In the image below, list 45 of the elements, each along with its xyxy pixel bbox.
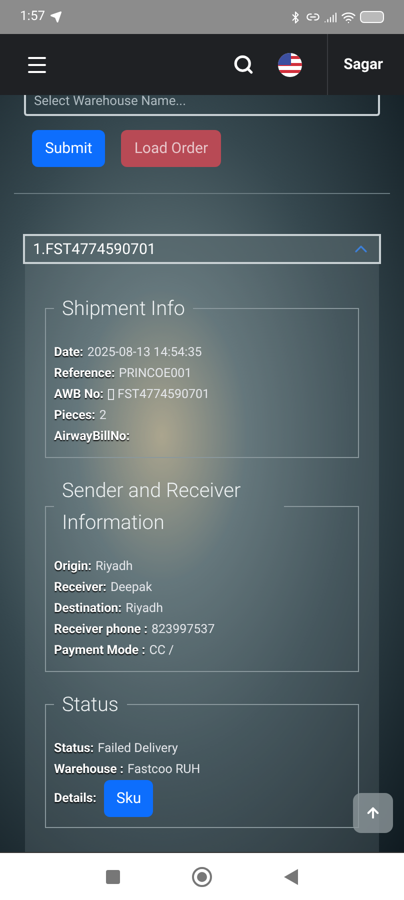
sku-button[interactable]: Sku <box>104 780 154 817</box>
wifi-icon <box>341 10 356 24</box>
home-icon[interactable] <box>192 866 212 886</box>
load-order-button[interactable]: Load Order <box>121 130 222 167</box>
field-label: AirwayBillNo: <box>54 428 130 446</box>
telegram-icon <box>50 11 62 23</box>
scroll-to-top-button[interactable] <box>353 793 393 833</box>
field-label: Reference: <box>54 365 115 383</box>
field-value: Failed Delivery <box>98 740 178 758</box>
us-flag-icon[interactable] <box>278 52 302 76</box>
field-label: Warehouse : <box>54 761 124 779</box>
field-value: Fastcoo RUH <box>128 761 200 779</box>
field-value: PRINCOE001 <box>118 365 192 383</box>
field-label: Destination: <box>54 600 122 618</box>
box-icon <box>108 389 114 400</box>
field-value: 2 <box>99 407 106 425</box>
field-label: Receiver phone : <box>54 621 148 639</box>
warehouse-select[interactable]: Select Warehouse Name... <box>24 95 380 116</box>
field-label: Receiver: <box>54 579 106 597</box>
field-label: AWB No: <box>54 386 104 404</box>
section-title: Shipment Info <box>61 295 186 322</box>
back-icon[interactable] <box>284 868 298 884</box>
field-label: Origin: <box>54 558 92 576</box>
field-label: Payment Mode : <box>54 642 146 660</box>
recent-apps-icon[interactable] <box>106 870 120 884</box>
field-value: CC / <box>149 642 174 660</box>
bluetooth-icon <box>289 10 302 24</box>
submit-button[interactable]: Submit <box>32 130 106 167</box>
status-time: 1:57 <box>20 8 46 26</box>
search-icon[interactable] <box>232 54 254 75</box>
section-title: Status <box>61 691 120 718</box>
order-accordion-header[interactable]: 1.FST4774590701 <box>23 234 381 264</box>
user-name[interactable]: Sagar <box>328 53 399 76</box>
field-value: Riyadh <box>126 600 163 618</box>
field-value: Riyadh <box>95 558 133 576</box>
field-label: Details: <box>54 790 96 808</box>
field-value: 823997537 <box>152 621 215 639</box>
field-value: FST4774590701 <box>118 386 210 404</box>
field-label: Pieces: <box>54 407 96 425</box>
field-label: Status: <box>54 740 94 758</box>
battery-icon <box>360 11 384 23</box>
section-title: Sender and Receiver Information <box>61 477 242 536</box>
field-value: 2025-08-13 14:54:35 <box>87 344 202 362</box>
field-value: Deepak <box>110 579 152 597</box>
field-label: Date: <box>54 344 84 362</box>
